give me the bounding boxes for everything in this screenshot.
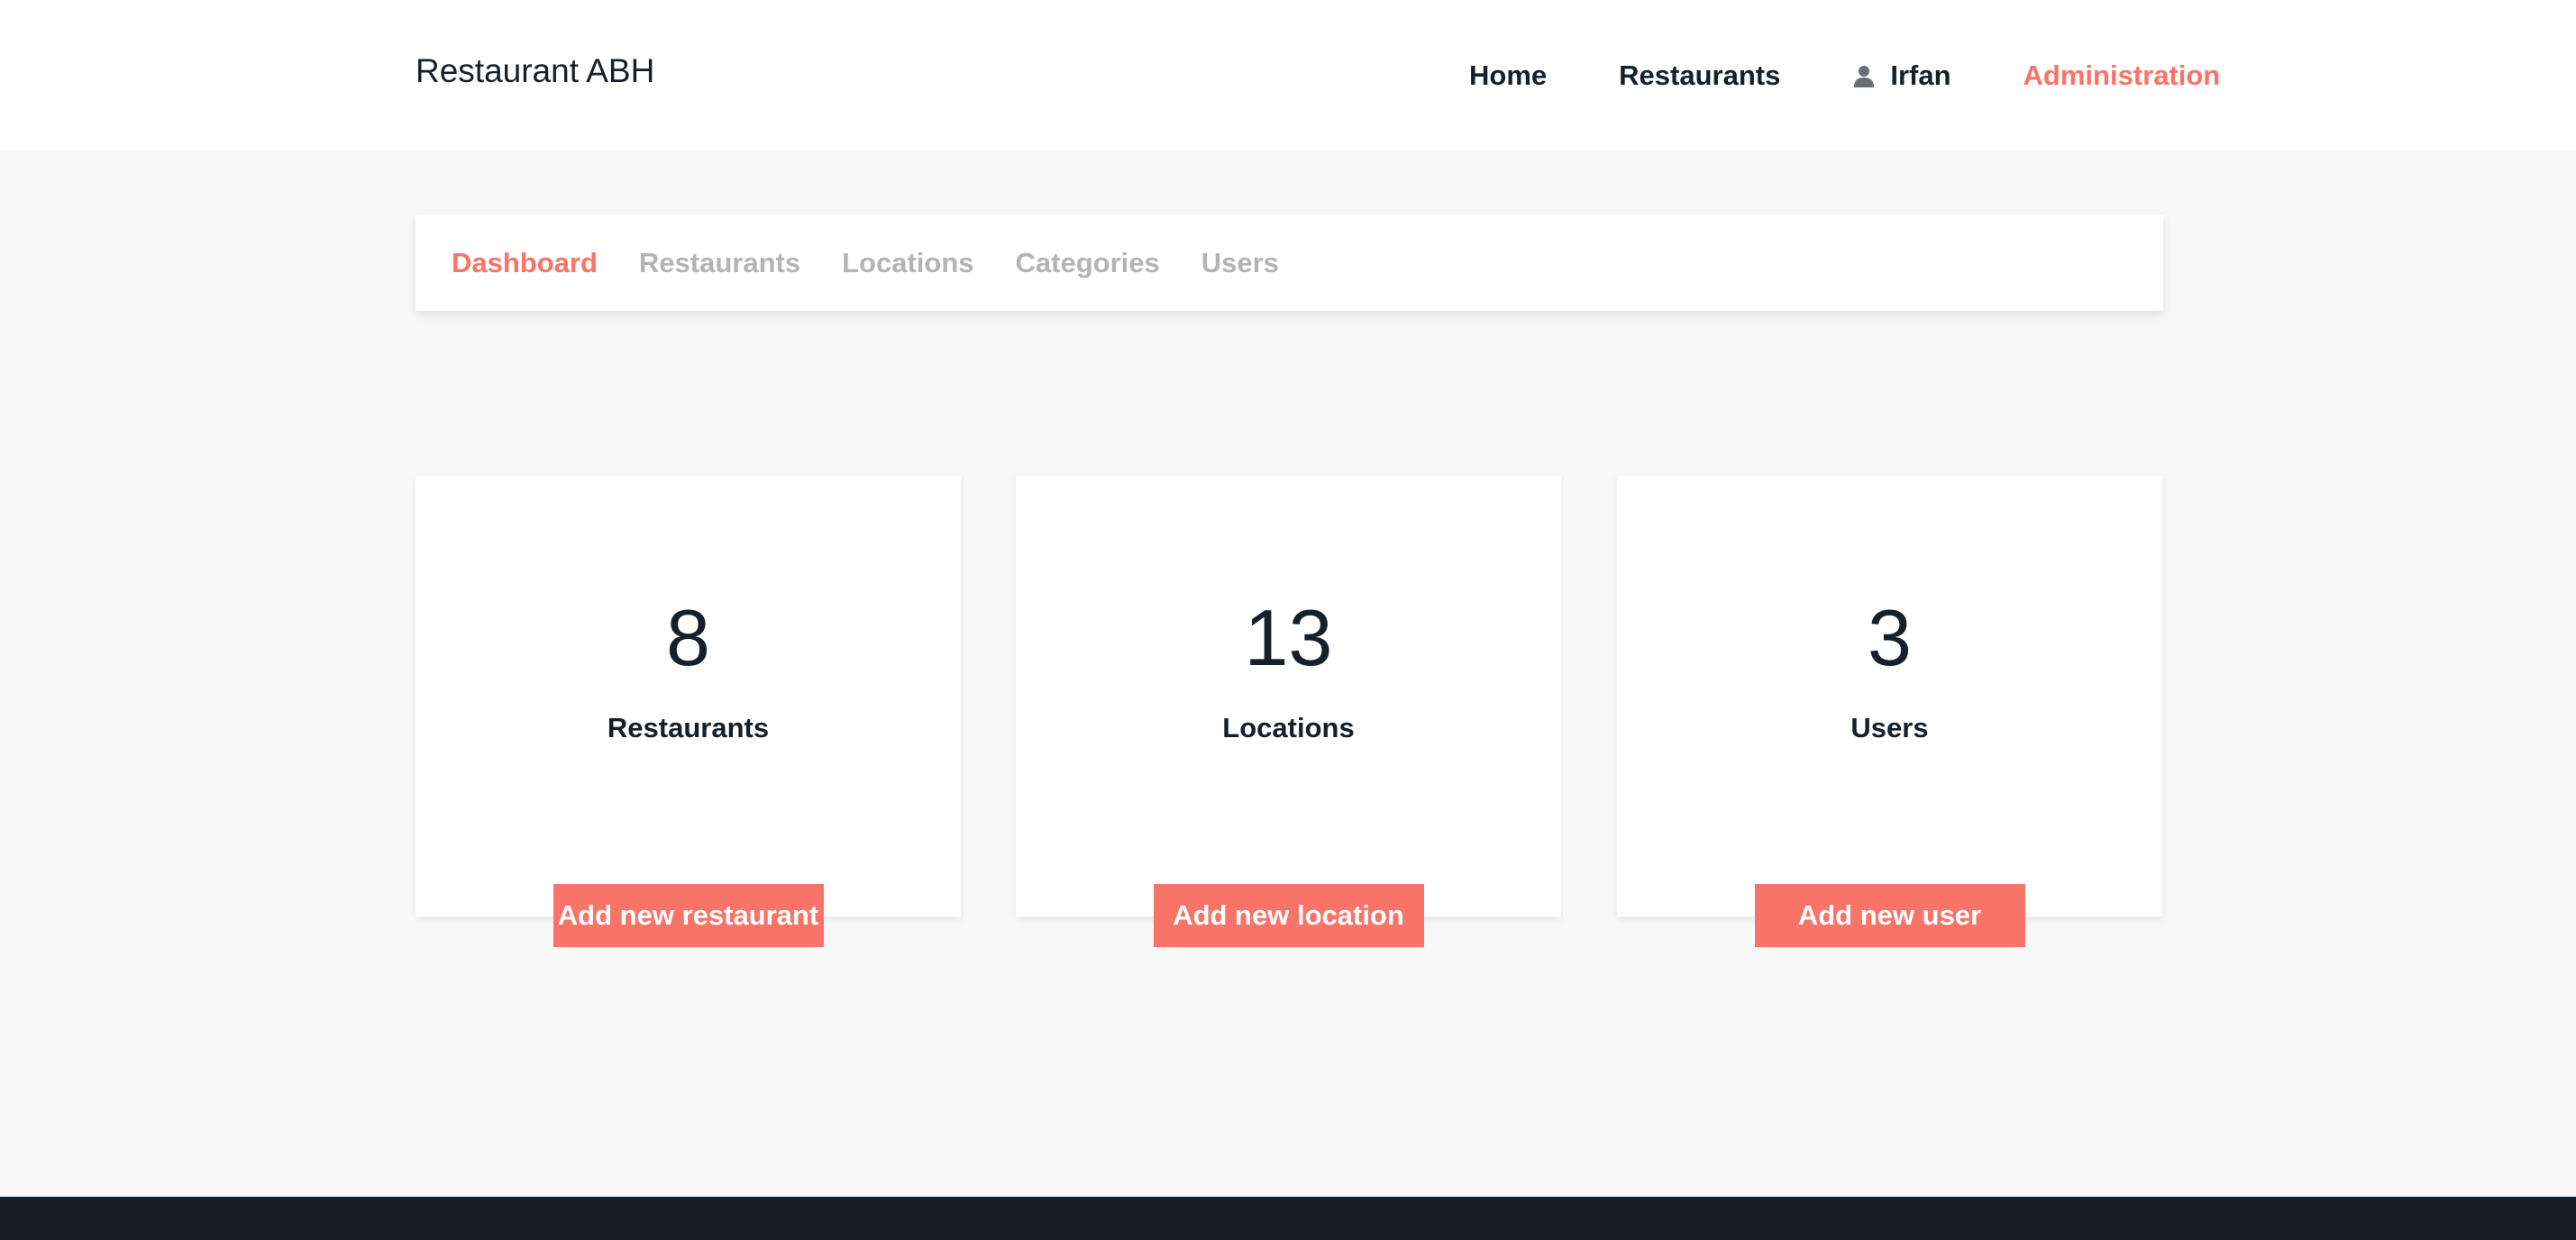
locations-label: Locations	[1222, 712, 1355, 743]
tab-users[interactable]: Users	[1201, 247, 1279, 279]
nav-administration-link[interactable]: Administration	[2023, 59, 2221, 92]
nav-home-link[interactable]: Home	[1469, 59, 1547, 92]
nav-restaurants-link[interactable]: Restaurants	[1619, 59, 1780, 92]
nav-user-name: Irfan	[1890, 59, 1951, 91]
add-user-button[interactable]: Add new user	[1754, 884, 2025, 947]
page-footer	[0, 1197, 2576, 1240]
locations-count: 13	[1244, 593, 1333, 682]
tab-restaurants[interactable]: Restaurants	[639, 247, 800, 279]
admin-subnav: Dashboard Restaurants Locations Categori…	[416, 214, 2163, 311]
tab-locations[interactable]: Locations	[842, 247, 973, 279]
tab-dashboard[interactable]: Dashboard	[452, 247, 598, 279]
brand-logo[interactable]: Restaurant ABH	[416, 52, 654, 90]
restaurants-count: 8	[666, 593, 710, 682]
users-label: Users	[1850, 712, 1929, 743]
main-nav: Home Restaurants Irfan Administration	[1469, 56, 2220, 96]
users-stat-card: 3 Users Add new user	[1617, 476, 2162, 947]
nav-user-link[interactable]: Irfan	[1852, 59, 1951, 92]
top-header: Restaurant ABH Home Restaurants Irfan Ad…	[0, 0, 2576, 150]
locations-stat-card: 13 Locations Add new location	[1016, 476, 1561, 947]
tab-categories[interactable]: Categories	[1016, 247, 1160, 279]
restaurants-stat-card: 8 Restaurants Add new restaurant	[416, 476, 961, 947]
add-location-button[interactable]: Add new location	[1153, 884, 1424, 947]
user-icon	[1852, 64, 1876, 87]
users-count: 3	[1868, 593, 1912, 682]
add-restaurant-button[interactable]: Add new restaurant	[553, 884, 824, 947]
restaurants-label: Restaurants	[607, 712, 770, 743]
